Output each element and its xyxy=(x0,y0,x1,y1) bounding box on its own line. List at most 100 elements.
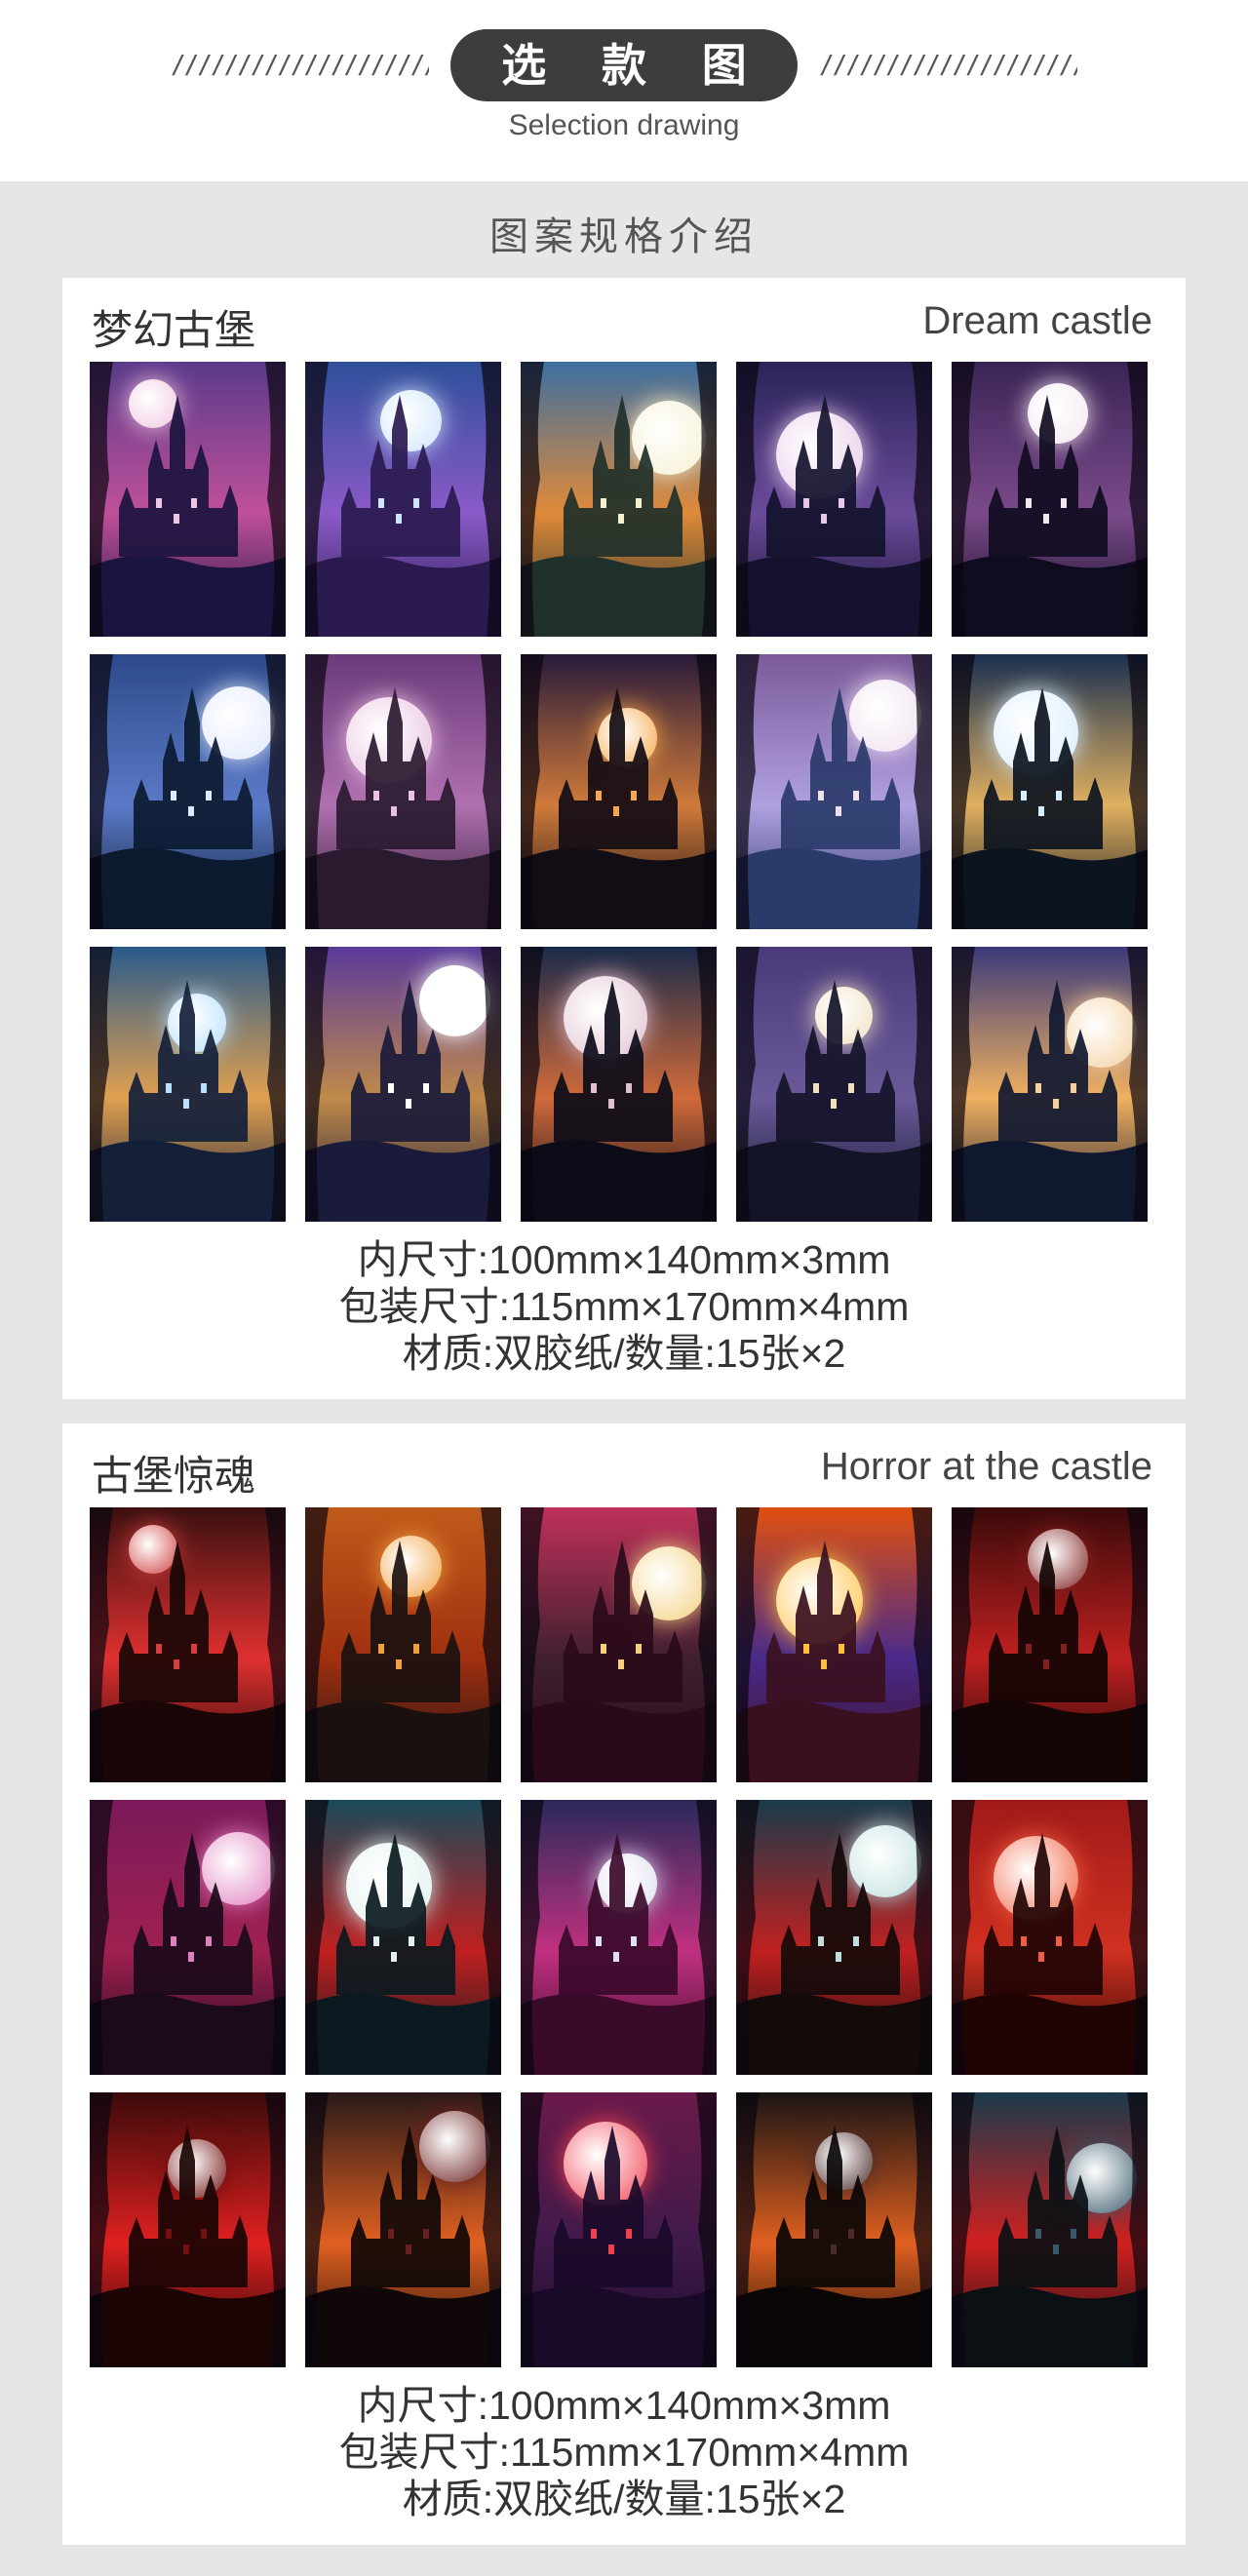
lit-window xyxy=(803,498,809,508)
horror-castle-15-image xyxy=(952,2092,1148,2367)
ground-shape xyxy=(90,2285,286,2367)
lit-window xyxy=(591,1083,597,1093)
castle-silhouette xyxy=(736,654,932,929)
lit-window xyxy=(1043,1659,1049,1669)
lit-window xyxy=(183,1099,189,1109)
lit-window xyxy=(156,1644,162,1654)
horror-castle-2-image xyxy=(305,1507,501,1782)
ground-shape xyxy=(90,1700,286,1782)
lit-window xyxy=(813,2229,819,2239)
castle-shape xyxy=(559,1833,678,1995)
panel-title-cn: 古堡惊魂 xyxy=(92,1453,256,1499)
ground-shape xyxy=(736,847,932,929)
lit-window xyxy=(618,1659,624,1669)
lit-window xyxy=(1056,1936,1062,1946)
castle-shape xyxy=(781,687,900,849)
castle-silhouette xyxy=(736,1800,932,2075)
lit-window xyxy=(1043,514,1049,524)
castle-silhouette xyxy=(90,2092,286,2367)
lit-window xyxy=(596,1936,602,1946)
castle-shape xyxy=(998,980,1117,1142)
lit-window xyxy=(618,514,624,524)
lit-window xyxy=(166,2229,172,2239)
dream-castle-9-image xyxy=(736,654,932,929)
dream-castle-13-image xyxy=(521,947,717,1222)
section-heading: 图案规格介绍 xyxy=(489,215,759,258)
castle-shape xyxy=(564,1541,682,1702)
castle-silhouette xyxy=(90,947,286,1222)
lit-window xyxy=(1026,1644,1032,1654)
castle-shape xyxy=(781,1833,900,1995)
lit-window xyxy=(191,498,197,508)
castle-silhouette xyxy=(952,362,1148,637)
castle-silhouette xyxy=(305,654,501,929)
spec-material-quantity: 材质:双胶纸/数量:15张×2 xyxy=(402,2477,846,2521)
ground-shape xyxy=(736,555,932,637)
lit-window xyxy=(818,1936,824,1946)
castle-shape xyxy=(984,1833,1103,1995)
lit-window xyxy=(396,1659,402,1669)
decorative-slashes-left: ////////////////////////// xyxy=(171,51,429,80)
lit-window xyxy=(373,791,379,800)
ground-shape xyxy=(952,1700,1148,1782)
ground-shape xyxy=(305,847,501,929)
lit-window xyxy=(596,791,602,800)
ground-shape xyxy=(952,847,1148,929)
horror-castle-11-image xyxy=(90,2092,286,2367)
castle-shape xyxy=(776,980,895,1142)
castle-shape xyxy=(119,395,238,557)
lit-window xyxy=(1071,2229,1076,2239)
header: ////////////////////////// 选 款 图 ///////… xyxy=(0,0,1248,181)
castle-silhouette xyxy=(952,947,1148,1222)
lit-window xyxy=(406,1099,411,1109)
lit-window xyxy=(591,2229,597,2239)
lit-window xyxy=(388,2229,394,2239)
castle-silhouette xyxy=(952,2092,1148,2367)
ground-shape xyxy=(90,1993,286,2075)
lit-window xyxy=(174,1659,179,1669)
castle-silhouette xyxy=(952,1507,1148,1782)
castle-shape xyxy=(559,687,678,849)
spec-inner-size: 内尺寸:100mm×140mm×3mm xyxy=(357,1237,891,1282)
horror-castle-9-image xyxy=(736,1800,932,2075)
castle-shape xyxy=(336,687,455,849)
castle-silhouette xyxy=(90,1800,286,2075)
castle-silhouette xyxy=(305,947,501,1222)
castle-shape xyxy=(989,1541,1108,1702)
dream-castle-12-image xyxy=(305,947,501,1222)
lit-window xyxy=(803,1644,809,1654)
panel-dream-castle: 梦幻古堡 Dream castle 内尺寸:100mm×140mm×3mm 包装… xyxy=(62,278,1186,1399)
castle-shape xyxy=(341,395,460,557)
lit-window xyxy=(206,791,212,800)
lit-window xyxy=(821,1659,827,1669)
castle-silhouette xyxy=(90,1507,286,1782)
lit-window xyxy=(838,498,844,508)
castle-shape xyxy=(134,1833,253,1995)
lit-window xyxy=(818,791,824,800)
castle-silhouette xyxy=(521,1507,717,1782)
spec-material-quantity: 材质:双胶纸/数量:15张×2 xyxy=(402,1331,846,1376)
castle-shape xyxy=(129,980,248,1142)
lit-window xyxy=(608,1099,614,1109)
lit-window xyxy=(838,1644,844,1654)
lit-window xyxy=(373,1936,379,1946)
lit-window xyxy=(174,514,179,524)
castle-shape xyxy=(564,395,682,557)
castle-silhouette xyxy=(305,362,501,637)
ground-shape xyxy=(90,847,286,929)
ground-shape xyxy=(521,847,717,929)
dream-castle-7-image xyxy=(305,654,501,929)
lit-window xyxy=(201,1083,207,1093)
dream-castle-8-image xyxy=(521,654,717,929)
lit-window xyxy=(626,2229,632,2239)
dream-castle-15-image xyxy=(952,947,1148,1222)
horror-castle-6-image xyxy=(90,1800,286,2075)
castle-silhouette xyxy=(521,2092,717,2367)
horror-castle-13-image xyxy=(521,2092,717,2367)
lit-window xyxy=(836,806,841,816)
lit-window xyxy=(1061,498,1067,508)
ground-shape xyxy=(521,1700,717,1782)
lit-window xyxy=(391,1952,397,1962)
dream-castle-3-image xyxy=(521,362,717,637)
castle-silhouette xyxy=(736,2092,932,2367)
